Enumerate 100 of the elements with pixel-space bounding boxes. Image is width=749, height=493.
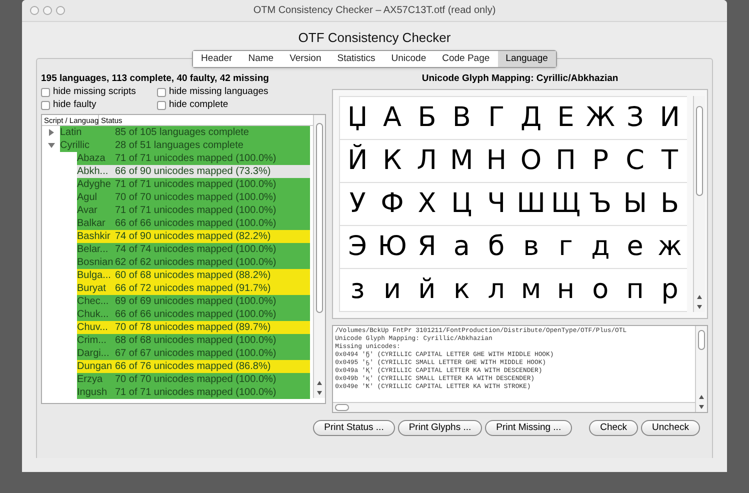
tree-row[interactable]: Abkh... 66 of 90 unicodes mapped (73.3%) xyxy=(77,165,310,178)
language-name: Belar... xyxy=(77,243,110,256)
tree-row[interactable]: Agul 70 of 70 unicodes mapped (100.0%) xyxy=(77,191,310,204)
tab[interactable]: Code Page xyxy=(434,51,498,67)
glyph-cell[interactable]: Е xyxy=(548,97,584,139)
tree-row[interactable]: Chec... 69 of 69 unicodes mapped (100.0%) xyxy=(77,295,310,308)
glyph-cell[interactable]: г xyxy=(548,226,584,268)
glyph-cell[interactable]: й xyxy=(409,269,444,311)
glyph-cell[interactable]: л xyxy=(478,269,514,311)
horizontal-scrollbar[interactable] xyxy=(333,402,695,412)
glyph-cell[interactable]: И xyxy=(652,97,688,139)
glyph-cell[interactable]: Т xyxy=(652,140,688,182)
tab[interactable]: Name xyxy=(240,51,282,67)
glyph-cell[interactable]: з xyxy=(340,269,376,311)
glyph-cell[interactable]: в xyxy=(514,226,549,268)
glyph-cell[interactable]: Ц xyxy=(444,183,480,225)
glyph-cell[interactable]: д xyxy=(582,226,618,268)
glyph-cell[interactable]: С xyxy=(618,140,653,182)
glyph-cell[interactable]: Ш xyxy=(514,183,549,225)
scroll-thumb[interactable] xyxy=(316,123,324,313)
glyph-cell[interactable]: М xyxy=(444,140,480,182)
glyph-cell[interactable]: п xyxy=(618,269,653,311)
tree-row[interactable]: Erzya 70 of 70 unicodes mapped (100.0%) xyxy=(77,373,310,386)
tree-row[interactable]: Balkar 66 of 66 unicodes mapped (100.0%) xyxy=(77,217,310,230)
glyph-cell[interactable]: о xyxy=(582,269,618,311)
scroll-arrows-icon[interactable] xyxy=(696,294,703,310)
glyph-cell[interactable]: е xyxy=(618,226,653,268)
tree-row[interactable]: Chuk... 66 of 66 unicodes mapped (100.0%) xyxy=(77,308,310,321)
tree-row[interactable]: Bashkir 74 of 90 unicodes mapped (82.2%) xyxy=(77,230,310,243)
push-button[interactable]: Print Missing ... xyxy=(485,420,572,436)
glyph-cell[interactable]: Б xyxy=(409,97,444,139)
glyph-cell[interactable]: Ж xyxy=(582,97,618,139)
glyph-cell[interactable]: Ы xyxy=(618,183,653,225)
push-button[interactable]: Uncheck xyxy=(641,420,700,436)
tab[interactable]: Language xyxy=(498,51,556,67)
tree-row[interactable]: Bosnian 62 of 62 unicodes mapped (100.0%) xyxy=(77,256,310,269)
glyph-cell[interactable]: м xyxy=(514,269,549,311)
tree-row[interactable]: Bulga... 60 of 68 unicodes mapped (88.2%) xyxy=(77,269,310,282)
checkbox[interactable] xyxy=(41,88,50,96)
glyph-cell[interactable]: П xyxy=(548,140,584,182)
glyph-cell[interactable]: ж xyxy=(652,226,688,268)
glyph-cell[interactable]: У xyxy=(340,183,376,225)
glyph-cell[interactable]: О xyxy=(514,140,549,182)
glyph-cell[interactable]: Ь xyxy=(652,183,688,225)
tab[interactable]: Statistics xyxy=(329,51,384,67)
glyph-cell[interactable]: Ю xyxy=(374,226,410,268)
checkbox[interactable] xyxy=(157,100,166,110)
tree-row[interactable]: Crim... 68 of 68 unicodes mapped (100.0%) xyxy=(77,334,310,347)
push-button[interactable]: Print Glyphs ... xyxy=(398,420,482,436)
glyph-cell[interactable]: Й xyxy=(340,140,376,182)
glyph-cell[interactable]: Л xyxy=(409,140,444,182)
glyph-cell[interactable]: Ф xyxy=(374,183,410,225)
tree-row[interactable]: Adyghe 71 of 71 unicodes mapped (100.0%) xyxy=(77,178,310,191)
tree-row[interactable]: Latin 85 of 105 languages complete xyxy=(60,126,310,139)
glyph-cell[interactable]: Я xyxy=(409,226,444,268)
checkbox[interactable] xyxy=(41,100,50,110)
tree-row[interactable]: Chuv... 70 of 78 unicodes mapped (89.7%) xyxy=(77,321,310,334)
tree-row[interactable]: Dungan 66 of 76 unicodes mapped (86.8%) xyxy=(77,360,310,373)
glyph-cell[interactable]: б xyxy=(478,226,514,268)
glyph-cell[interactable]: Щ xyxy=(548,183,584,225)
push-button[interactable]: Print Status ... xyxy=(313,420,395,436)
glyph-cell[interactable]: Ъ xyxy=(582,183,618,225)
glyph-cell[interactable]: Х xyxy=(409,183,444,225)
tab[interactable]: Header xyxy=(193,51,240,67)
tab[interactable]: Unicode xyxy=(383,51,434,67)
glyph-cell[interactable]: р xyxy=(652,269,688,311)
push-button[interactable]: Check xyxy=(589,420,638,436)
glyph-cell[interactable]: а xyxy=(444,226,480,268)
glyph-cell[interactable]: Э xyxy=(340,226,376,268)
glyph-cell[interactable]: Г xyxy=(478,97,514,139)
tree-row[interactable]: Avar 71 of 71 unicodes mapped (100.0%) xyxy=(77,204,310,217)
glyph-cell[interactable]: Р xyxy=(582,140,618,182)
tree-row[interactable]: Buryat 66 of 72 unicodes mapped (91.7%) xyxy=(77,282,310,295)
glyph-cell[interactable]: Н xyxy=(478,140,514,182)
checkbox[interactable] xyxy=(157,88,166,96)
glyph-cell[interactable]: Д xyxy=(514,97,549,139)
glyph-cell[interactable]: Ч xyxy=(478,183,514,225)
tree-row[interactable]: Belar... 74 of 74 unicodes mapped (100.0%) xyxy=(77,243,310,256)
scroll-thumb[interactable] xyxy=(335,404,350,411)
glyph-cell[interactable]: З xyxy=(618,97,653,139)
tab[interactable]: Version xyxy=(282,51,330,67)
scroll-thumb[interactable] xyxy=(698,330,705,350)
scroll-arrows-icon[interactable] xyxy=(698,394,705,410)
tree-row[interactable]: Dargi... 67 of 67 unicodes mapped (100.0%) xyxy=(77,347,310,360)
scroll-arrows-icon[interactable] xyxy=(316,380,324,396)
glyph-cell[interactable]: К xyxy=(374,140,410,182)
glyph-cell[interactable]: В xyxy=(444,97,480,139)
expanded-triangle-icon[interactable] xyxy=(48,142,54,149)
scrollbar[interactable] xyxy=(313,115,326,398)
glyph-cell[interactable]: А xyxy=(374,97,410,139)
glyph-cell[interactable]: и xyxy=(374,269,410,311)
glyph-cell[interactable]: к xyxy=(444,269,480,311)
collapsed-triangle-icon[interactable] xyxy=(48,129,54,136)
scroll-thumb[interactable] xyxy=(696,106,703,196)
tree-row[interactable]: Cyrillic 28 of 51 languages complete xyxy=(60,139,310,152)
scrollbar[interactable] xyxy=(695,326,707,412)
glyph-cell[interactable]: Џ xyxy=(340,97,376,139)
tree-row[interactable]: Abaza 71 of 71 unicodes mapped (100.0%) xyxy=(77,152,310,165)
tree-row[interactable]: Ingush 71 of 71 unicodes mapped (100.0%) xyxy=(77,386,310,399)
glyph-cell[interactable]: н xyxy=(548,269,584,311)
